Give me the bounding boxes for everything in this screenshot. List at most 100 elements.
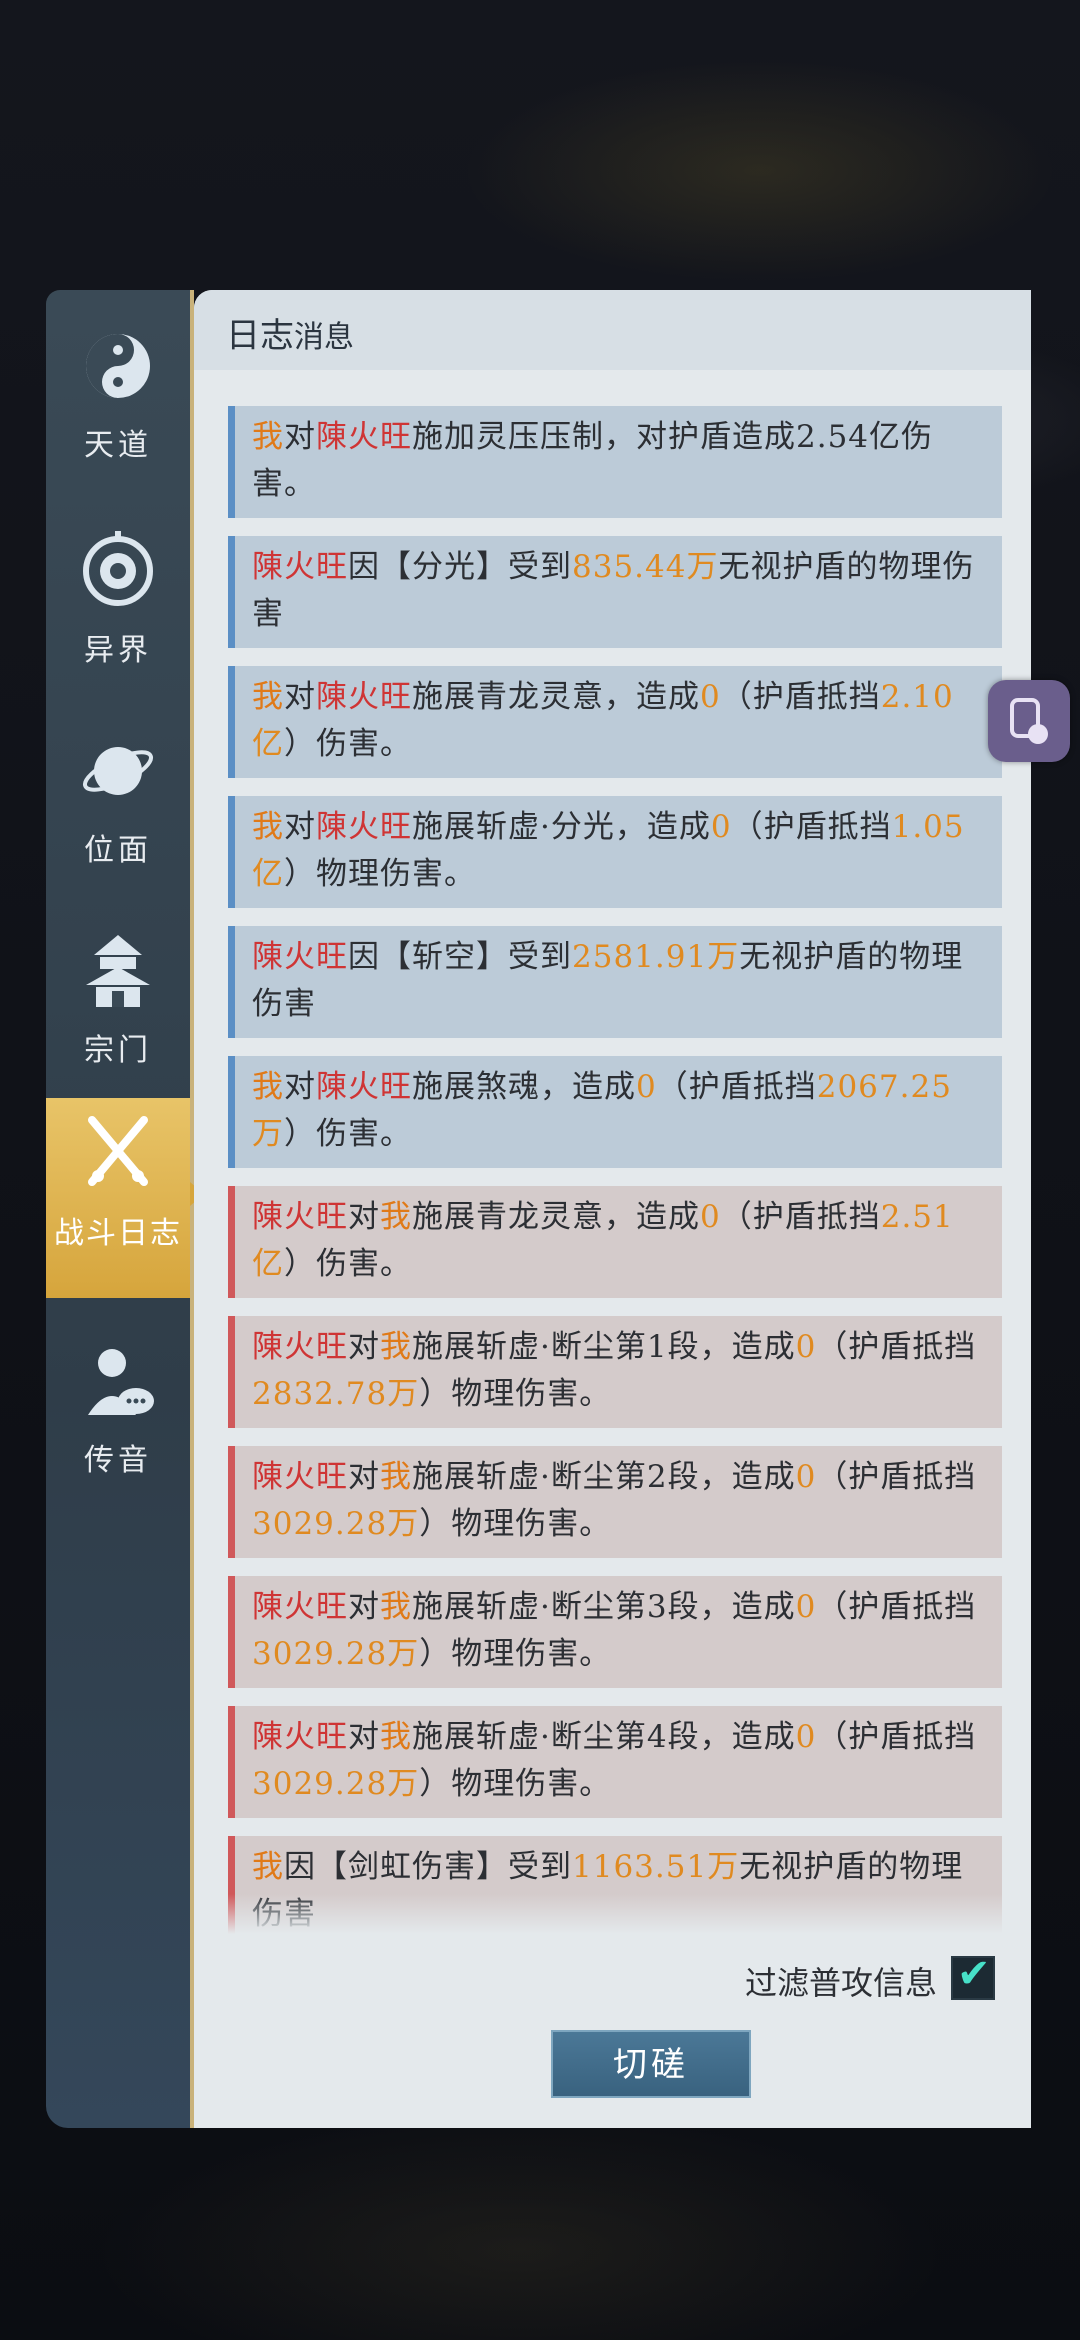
- page-title: 日志消息: [226, 308, 354, 357]
- log-enemy-text: 陳火旺: [252, 939, 348, 975]
- log-me-text: 我: [252, 419, 284, 455]
- log-me-text: 我: [252, 1849, 284, 1885]
- sidebar-item-zongmen[interactable]: 宗门: [46, 915, 190, 1105]
- log-me-text: 我: [252, 1069, 284, 1105]
- log-text: ）物理伤害。: [419, 1506, 612, 1542]
- log-me-text: 我: [252, 679, 284, 715]
- log-text: ）物理伤害。: [284, 856, 476, 892]
- log-num-text: 2581.91万: [572, 939, 740, 975]
- sidebar-item-label: 传音: [84, 1443, 152, 1478]
- log-enemy-text: 陳火旺: [252, 1329, 348, 1365]
- log-me-text: 我: [380, 1719, 412, 1755]
- touch-icon: [1010, 698, 1048, 744]
- log-num-text: 0: [795, 1329, 817, 1365]
- title-main: 日志: [226, 316, 294, 356]
- log-text: （护盾抵挡: [720, 1199, 881, 1235]
- log-list[interactable]: 我对陳火旺施加灵压压制，对护盾造成2.54亿伤害。 陳火旺因【分光】受到835.4…: [228, 406, 1002, 1934]
- log-text: （护盾抵挡: [656, 1069, 817, 1105]
- log-text: 对: [348, 1459, 380, 1495]
- log-text: ）伤害。: [284, 1116, 412, 1152]
- battle-log-panel: 天道 异界 位面 宗门 战斗日志 传音 日志消息 我对陳火旺施加灵压压制，对护盾…: [46, 290, 1031, 2128]
- checkmark-icon: ✔: [957, 1951, 991, 1997]
- filter-label: 过滤普攻信息: [744, 1964, 937, 2002]
- sidebar-item-tiandao[interactable]: 天道: [46, 310, 190, 500]
- log-entry: 我对陳火旺施展斩虚·分光，造成0（护盾抵挡1.05亿）物理伤害。: [228, 796, 1002, 908]
- log-text: 施展斩虚·断尘第2段，造成: [412, 1459, 796, 1495]
- log-num-text: 0: [710, 809, 732, 845]
- log-enemy-text: 陳火旺: [252, 1459, 348, 1495]
- log-text: 因【分光】受到: [348, 549, 572, 585]
- log-enemy-text: 陳火旺: [316, 419, 412, 455]
- header: 日志消息: [194, 290, 1031, 370]
- log-text: 施展斩虚·断尘第3段，造成: [412, 1589, 796, 1625]
- log-text: 施展斩虚·分光，造成: [412, 809, 711, 845]
- log-enemy-text: 陳火旺: [316, 679, 412, 715]
- sidebar-item-label: 天道: [84, 428, 152, 463]
- log-entry: 陳火旺因【斩空】受到2581.91万无视护盾的物理伤害: [228, 926, 1002, 1038]
- log-num-text: 2832.78万: [252, 1376, 420, 1412]
- portal-icon: [83, 531, 153, 606]
- log-text: ）伤害。: [284, 1246, 412, 1282]
- log-entry: 陳火旺因【分光】受到835.44万无视护盾的物理伤害: [228, 536, 1002, 648]
- log-text: 因【斩空】受到: [348, 939, 572, 975]
- sidebar: 天道 异界 位面 宗门 战斗日志 传音: [46, 290, 204, 2128]
- log-me-text: 我: [252, 809, 284, 845]
- log-enemy-text: 陳火旺: [316, 809, 412, 845]
- log-text: （护盾抵挡: [816, 1459, 977, 1495]
- log-text: 对: [348, 1329, 380, 1365]
- taiji-icon: [86, 334, 150, 398]
- log-text: ）物理伤害。: [419, 1766, 612, 1802]
- log-text: ）物理伤害。: [419, 1636, 612, 1672]
- log-text: 对: [284, 1069, 316, 1105]
- planet-icon: [82, 747, 154, 795]
- log-text: 对: [348, 1719, 380, 1755]
- log-num-text: 3029.28万: [252, 1766, 420, 1802]
- log-text: 对: [284, 809, 316, 845]
- log-text: 对: [348, 1199, 380, 1235]
- log-me-text: 我: [380, 1329, 412, 1365]
- log-text: （护盾抵挡: [816, 1329, 977, 1365]
- sidebar-item-label: 异界: [84, 633, 152, 668]
- log-enemy-text: 陳火旺: [252, 1199, 348, 1235]
- log-text: 施展斩虚·断尘第1段，造成: [412, 1329, 796, 1365]
- log-entry: 我对陳火旺施展煞魂，造成0（护盾抵挡2067.25万）伤害。: [228, 1056, 1002, 1168]
- log-num-text: 0: [795, 1719, 817, 1755]
- log-enemy-text: 陳火旺: [252, 549, 348, 585]
- log-text: 施展青龙灵意，造成: [412, 679, 700, 715]
- log-entry: 陳火旺对我施展青龙灵意，造成0（护盾抵挡2.51亿）伤害。: [228, 1186, 1002, 1298]
- spar-button[interactable]: 切磋: [551, 2030, 751, 2098]
- log-num-text: 0: [795, 1459, 817, 1495]
- log-entry: 陳火旺对我施展斩虚·断尘第3段，造成0（护盾抵挡 3029.28万）物理伤害。: [228, 1576, 1002, 1688]
- log-num-text: 0: [700, 1199, 721, 1235]
- log-text: 施展煞魂，造成: [412, 1069, 636, 1105]
- sidebar-item-label: 位面: [84, 833, 152, 868]
- floating-assist-button[interactable]: [988, 680, 1070, 762]
- log-me-text: 我: [380, 1199, 412, 1235]
- log-text: （护盾抵挡: [816, 1589, 977, 1625]
- log-text: ）物理伤害。: [419, 1376, 612, 1412]
- log-num-text: 835.44万: [572, 549, 719, 585]
- sidebar-item-weimian[interactable]: 位面: [46, 715, 190, 905]
- log-entry: 我对陳火旺施加灵压压制，对护盾造成2.54亿伤害。: [228, 406, 1002, 518]
- log-entry: 陳火旺对我施展斩虚·断尘第1段，造成0（护盾抵挡 2832.78万）物理伤害。: [228, 1316, 1002, 1428]
- log-entry: 陳火旺对我施展斩虚·断尘第4段，造成0（护盾抵挡 3029.28万）物理伤害。: [228, 1706, 1002, 1818]
- sidebar-item-yijie[interactable]: 异界: [46, 515, 190, 705]
- log-content: 日志消息 我对陳火旺施加灵压压制，对护盾造成2.54亿伤害。 陳火旺因【分光】受到…: [194, 290, 1031, 2128]
- log-enemy-text: 陳火旺: [252, 1719, 348, 1755]
- log-text: 对: [348, 1589, 380, 1625]
- sidebar-item-label: 宗门: [84, 1033, 152, 1068]
- log-text: 施展斩虚·断尘第4段，造成: [412, 1719, 796, 1755]
- log-text: 对: [284, 679, 316, 715]
- log-enemy-text: 陳火旺: [316, 1069, 412, 1105]
- log-entry: 我对陳火旺施展青龙灵意，造成0（护盾抵挡2.10亿）伤害。: [228, 666, 1002, 778]
- sidebar-item-chuanyin[interactable]: 传音: [46, 1325, 190, 1515]
- log-num-text: 1163.51万: [572, 1849, 740, 1885]
- filter-checkbox[interactable]: ✔: [951, 1952, 995, 2000]
- sidebar-item-battle-log[interactable]: 战斗日志: [46, 1098, 204, 1298]
- log-me-text: 我: [380, 1589, 412, 1625]
- log-num-text: 0: [700, 679, 721, 715]
- log-entry: 陳火旺对我施展斩虚·断尘第2段，造成0（护盾抵挡 3029.28万）物理伤害。: [228, 1446, 1002, 1558]
- messenger-icon: [88, 1349, 154, 1415]
- log-text: （护盾抵挡: [816, 1719, 977, 1755]
- crossed-swords-icon: [88, 1116, 148, 1186]
